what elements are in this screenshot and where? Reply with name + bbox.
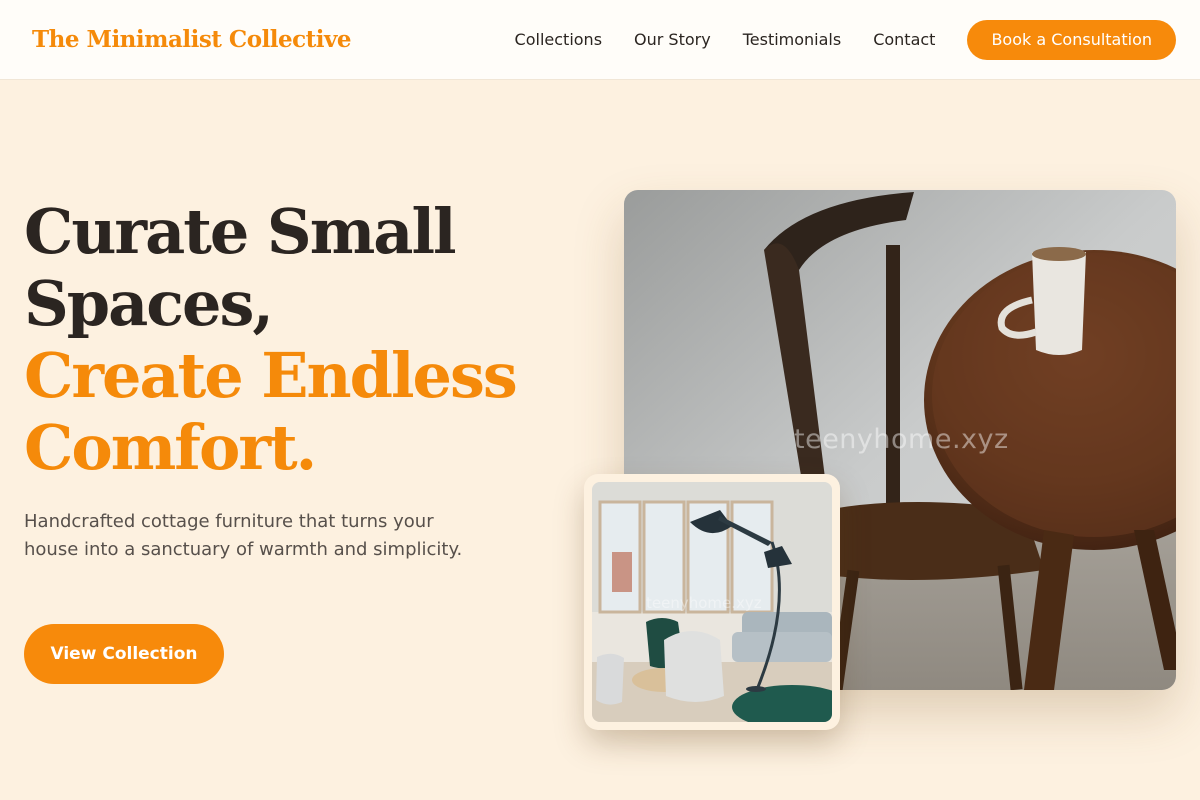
hero-subtitle: Handcrafted cottage furniture that turns…: [24, 511, 463, 560]
inset-photo-living-room: teenyhome.xyz: [592, 482, 832, 722]
main-photo-watermark: teenyhome.xyz: [794, 424, 1009, 455]
inset-photo-frame: teenyhome.xyz: [584, 474, 840, 730]
nav-link-contact[interactable]: Contact: [873, 30, 935, 49]
book-consultation-button[interactable]: Book a Consultation: [967, 19, 1176, 60]
hero-title-line-3: Create Endless: [24, 339, 518, 412]
main-nav: Collections Our Story Testimonials Conta…: [515, 19, 1176, 60]
hero-title-line-2: Spaces,: [24, 267, 274, 340]
inset-photo-watermark: teenyhome.xyz: [646, 594, 762, 612]
brand-logo[interactable]: The Minimalist Collective: [32, 26, 352, 53]
site-header: The Minimalist Collective Collections Ou…: [0, 0, 1200, 80]
hero-title: Curate Small Spaces, Create Endless Comf…: [24, 195, 518, 484]
nav-link-our-story[interactable]: Our Story: [634, 30, 711, 49]
nav-link-collections[interactable]: Collections: [515, 30, 602, 49]
nav-link-testimonials[interactable]: Testimonials: [743, 30, 842, 49]
hero-title-line-4: Comfort.: [24, 411, 317, 484]
hero-title-line-1: Curate Small: [24, 195, 457, 268]
view-collection-button[interactable]: View Collection: [24, 624, 224, 684]
